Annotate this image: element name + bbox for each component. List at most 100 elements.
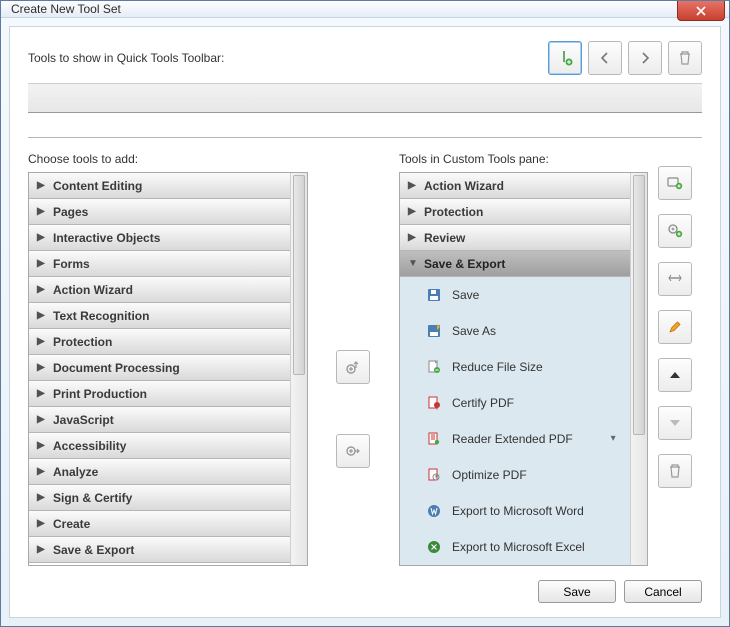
right-list[interactable]: ▶Action Wizard▶Protection▶Review▼Save & … bbox=[400, 173, 630, 565]
trash-icon bbox=[677, 50, 693, 66]
triangle-right-icon: ▶ bbox=[37, 544, 45, 555]
scroll-thumb[interactable] bbox=[293, 175, 305, 375]
tool-item[interactable]: Optimize PDF bbox=[400, 457, 630, 493]
divider-add-icon bbox=[557, 50, 573, 66]
triangle-right-icon: ▶ bbox=[37, 232, 45, 243]
tool-label: Reader Extended PDF bbox=[452, 432, 573, 446]
right-category[interactable]: ▶Protection bbox=[400, 199, 630, 225]
category-label: Sign & Certify bbox=[53, 491, 132, 505]
actions-column bbox=[648, 152, 702, 566]
save-icon bbox=[426, 287, 442, 303]
triangle-right-icon: ▶ bbox=[37, 284, 45, 295]
tool-label: Export to Microsoft Excel bbox=[452, 540, 585, 554]
add-to-toolbar-button[interactable] bbox=[336, 350, 370, 384]
tool-item[interactable]: Export to Microsoft Excel bbox=[400, 529, 630, 565]
left-category[interactable]: ▶Document Processing bbox=[29, 355, 290, 381]
left-category[interactable]: ▶ Interactive Objects bbox=[29, 225, 290, 251]
category-label: Interactive Objects bbox=[53, 231, 160, 245]
left-category[interactable]: ▶ Print Production bbox=[29, 381, 290, 407]
left-category[interactable]: ▶Text Recognition bbox=[29, 303, 290, 329]
cancel-button[interactable]: Cancel bbox=[624, 580, 702, 603]
scroll-thumb[interactable] bbox=[633, 175, 645, 435]
left-list[interactable]: ▶Content Editing▶Pages▶Interactive Objec… bbox=[29, 173, 290, 565]
mid-column bbox=[308, 152, 399, 566]
quick-tools-drop-area[interactable] bbox=[28, 83, 702, 113]
left-category[interactable]: ▶Sign & Certify bbox=[29, 485, 290, 511]
pencil-icon bbox=[667, 319, 683, 335]
left-category[interactable]: ▶Analyze bbox=[29, 459, 290, 485]
trash-icon bbox=[667, 463, 683, 479]
right-category[interactable]: ▶Review bbox=[400, 225, 630, 251]
qt-delete-button[interactable] bbox=[668, 41, 702, 75]
left-scrollbar[interactable] bbox=[290, 173, 307, 565]
chevron-left-icon bbox=[597, 50, 613, 66]
add-divider-button[interactable] bbox=[658, 262, 692, 296]
triangle-right-icon: ▶ bbox=[37, 518, 45, 529]
save-button[interactable]: Save bbox=[538, 580, 616, 603]
right-label: Tools in Custom Tools pane: bbox=[399, 152, 648, 166]
tool-label: Optimize PDF bbox=[452, 468, 527, 482]
add-up-icon bbox=[345, 359, 361, 375]
delete-button[interactable] bbox=[658, 454, 692, 488]
export-excel-icon bbox=[426, 539, 442, 555]
right-category[interactable]: ▶Action Wizard bbox=[400, 173, 630, 199]
chevron-right-icon bbox=[637, 50, 653, 66]
left-category[interactable]: ▶Protection bbox=[29, 329, 290, 355]
tool-icon bbox=[426, 467, 442, 483]
tool-icon bbox=[426, 323, 442, 339]
tool-item[interactable]: Certify PDF bbox=[400, 385, 630, 421]
move-up-button[interactable] bbox=[658, 358, 692, 392]
move-down-button[interactable] bbox=[658, 406, 692, 440]
left-category[interactable]: ▶ Save & Export bbox=[29, 537, 290, 563]
right-scrollbar[interactable] bbox=[630, 173, 647, 565]
left-category[interactable]: ▶Content Editing bbox=[29, 173, 290, 199]
right-listbox: ▶Action Wizard▶Protection▶Review▼Save & … bbox=[399, 172, 648, 566]
triangle-right-icon: ▶ bbox=[37, 414, 45, 425]
triangle-right-icon: ▶ bbox=[37, 388, 45, 399]
left-category[interactable]: ▶ Pages bbox=[29, 199, 290, 225]
add-right-icon bbox=[345, 443, 361, 459]
optimize-icon bbox=[426, 467, 442, 483]
tool-icon bbox=[426, 539, 442, 555]
category-label: Review bbox=[424, 231, 465, 245]
category-label: Save & Export bbox=[424, 257, 505, 271]
left-column: Choose tools to add: ▶Content Editing▶Pa… bbox=[28, 152, 308, 566]
footer: Save Cancel bbox=[28, 566, 702, 603]
left-category[interactable]: ▶Forms bbox=[29, 251, 290, 277]
triangle-up-icon bbox=[667, 367, 683, 383]
left-category[interactable]: ▶JavaScript bbox=[29, 407, 290, 433]
left-category[interactable]: ▶Create bbox=[29, 511, 290, 537]
left-category[interactable]: ▶Accessibility bbox=[29, 433, 290, 459]
qt-prev-button[interactable] bbox=[588, 41, 622, 75]
left-category[interactable]: ▶Action Wizard bbox=[29, 277, 290, 303]
panel-add-icon bbox=[667, 175, 683, 191]
category-label: Analyze bbox=[53, 465, 98, 479]
triangle-right-icon: ▶ bbox=[37, 180, 45, 191]
category-label: Save & Export bbox=[53, 543, 134, 557]
quick-tools-buttons bbox=[548, 41, 702, 75]
category-label: Pages bbox=[53, 205, 88, 219]
qt-next-button[interactable] bbox=[628, 41, 662, 75]
triangle-right-icon: ▶ bbox=[37, 206, 45, 217]
add-tool-button[interactable] bbox=[658, 214, 692, 248]
triangle-right-icon: ▶ bbox=[37, 310, 45, 321]
tool-label: Save bbox=[452, 288, 479, 302]
tool-item[interactable]: Save bbox=[400, 277, 630, 313]
tool-item[interactable]: Reduce File Size bbox=[400, 349, 630, 385]
tool-icon bbox=[426, 359, 442, 375]
category-label: Print Production bbox=[53, 387, 147, 401]
qt-add-divider-button[interactable] bbox=[548, 41, 582, 75]
category-label: Document Processing bbox=[53, 361, 180, 375]
close-button[interactable] bbox=[677, 1, 725, 21]
tool-label: Export to Microsoft Word bbox=[452, 504, 584, 518]
right-category[interactable]: ▼Save & Export bbox=[400, 251, 630, 277]
tool-item[interactable]: Save As bbox=[400, 313, 630, 349]
divider-icon bbox=[667, 271, 683, 287]
rename-button[interactable] bbox=[658, 310, 692, 344]
add-to-pane-button[interactable] bbox=[336, 434, 370, 468]
tool-item[interactable]: Reader Extended PDF▾ bbox=[400, 421, 630, 457]
add-panel-button[interactable] bbox=[658, 166, 692, 200]
tool-item[interactable]: Export to Microsoft Word bbox=[400, 493, 630, 529]
triangle-right-icon: ▶ bbox=[37, 440, 45, 451]
tool-label: Certify PDF bbox=[452, 396, 514, 410]
